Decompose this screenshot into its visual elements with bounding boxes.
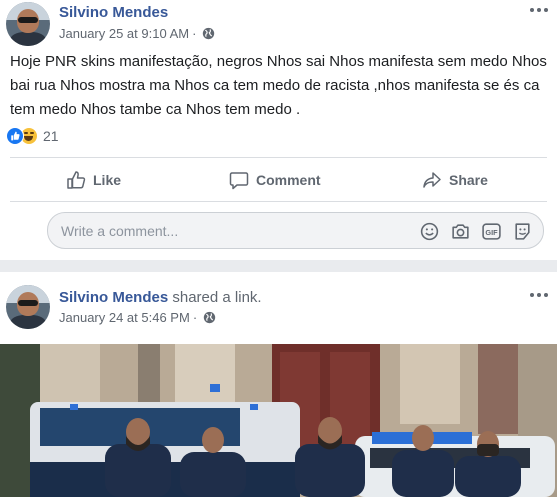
sticker-icon[interactable] [512,221,533,242]
author-name[interactable]: Silvino Mendes [59,289,168,306]
post-text: Hoje PNR skins manifestação, negros Nhos… [10,53,547,118]
timestamp[interactable]: January 25 at 9:10 AM [59,26,189,41]
thumbs-up-icon [67,171,86,189]
post-card: Silvino Mendes shared a link. January 24… [0,272,557,497]
avatar[interactable] [6,2,50,46]
svg-text:GIF: GIF [485,228,498,237]
gif-icon[interactable]: GIF [481,221,502,242]
like-label: Like [93,172,122,188]
reactions-summary[interactable]: 21 [6,127,59,145]
link-preview-image[interactable] [0,344,557,497]
shared-link-text: shared a link. [172,289,262,306]
post-meta: January 24 at 5:46 PM · [59,310,216,325]
camera-icon[interactable] [450,221,471,242]
comment-tools: GIF [419,221,533,242]
avatar[interactable] [6,285,50,329]
like-button[interactable]: Like [66,170,121,190]
share-icon [423,172,441,188]
post-card: Silvino Mendes January 25 at 9:10 AM · H… [0,0,557,260]
emoji-icon[interactable] [419,221,440,242]
comment-icon [229,172,249,190]
reaction-count: 21 [43,128,59,144]
comment-label: Comment [256,172,321,188]
author-name[interactable]: Silvino Mendes [59,4,168,21]
comment-composer[interactable]: GIF [47,212,544,249]
post-header: Silvino Mendes shared a link. [59,289,262,306]
share-button[interactable]: Share [422,170,488,190]
comment-button[interactable]: Comment [229,170,321,190]
more-options-icon[interactable] [530,8,548,12]
divider [10,157,547,158]
post-meta: January 25 at 9:10 AM · [59,26,215,41]
share-label: Share [449,172,488,188]
like-reaction-icon [6,127,24,145]
globe-icon[interactable] [202,27,215,40]
comment-input[interactable] [61,221,401,241]
timestamp[interactable]: January 24 at 5:46 PM [59,310,190,325]
more-options-icon[interactable] [530,293,548,297]
divider [10,201,547,202]
police-photo [0,344,557,497]
globe-icon[interactable] [203,311,216,324]
